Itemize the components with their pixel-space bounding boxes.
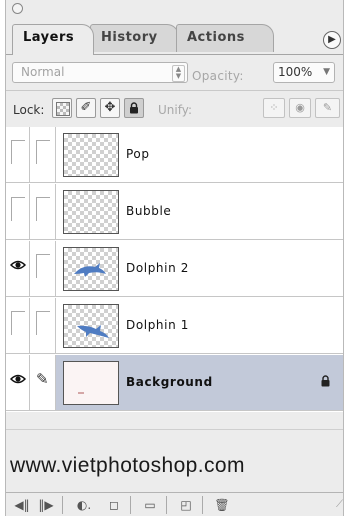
- visibility-toggle[interactable]: [6, 298, 30, 353]
- lock-pixels-button[interactable]: ✐: [76, 98, 96, 118]
- brush-icon: ✎: [36, 370, 49, 388]
- divider: [6, 429, 343, 430]
- dolphin-icon: [74, 263, 106, 277]
- layer-thumbnail: [63, 190, 119, 234]
- visibility-toggle[interactable]: [6, 355, 30, 410]
- layer-row-pop[interactable]: Pop: [6, 127, 343, 183]
- tab-history[interactable]: History: [90, 24, 179, 52]
- layer-name: Pop: [126, 147, 150, 161]
- opacity-label: Opacity:: [192, 69, 244, 83]
- new-group-button[interactable]: ▭: [138, 495, 162, 515]
- lock-label: Lock:: [13, 103, 45, 117]
- close-icon[interactable]: [12, 3, 23, 14]
- divider: [130, 496, 131, 514]
- visibility-toggle[interactable]: [6, 184, 30, 239]
- folder-icon: ▭: [144, 498, 156, 512]
- layers-panel: Layers History Actions ▶ Normal ▲ ▼ Opaci…: [5, 0, 344, 516]
- layer-thumbnail: [63, 304, 119, 348]
- empty-visibility-box: [11, 197, 25, 221]
- blend-mode-select[interactable]: Normal ▲ ▼: [12, 62, 188, 83]
- lock-position-button[interactable]: ✥: [100, 98, 120, 118]
- unify-visibility-icon: ◉: [295, 101, 305, 114]
- layer-row-background[interactable]: ✎ Background: [6, 355, 343, 411]
- thumbnail-mark: [78, 392, 84, 394]
- divider: [202, 496, 203, 514]
- layer-row-bubble[interactable]: Bubble: [6, 184, 343, 240]
- link-layers-button[interactable]: ◀‖: [10, 495, 34, 515]
- layer-row-dolphin-1[interactable]: Dolphin 1: [6, 298, 343, 354]
- empty-link-box: [36, 140, 50, 164]
- layer-name: Background: [126, 375, 213, 389]
- blend-options-row: Normal ▲ ▼ Opacity: 100% ▼: [6, 56, 343, 91]
- watermark-area: www.vietphotoshop.com: [6, 412, 343, 492]
- link-toggle[interactable]: [30, 184, 56, 239]
- layer-thumbnail: [63, 133, 119, 177]
- visibility-toggle[interactable]: [6, 241, 30, 296]
- unify-position-icon: ⁘: [269, 101, 279, 114]
- play-arrow-icon: ‖▶: [38, 498, 54, 512]
- divider: [166, 496, 167, 514]
- layer-style-button[interactable]: ‖▶: [34, 495, 58, 515]
- padlock-icon: [130, 102, 138, 114]
- dolphin-icon: [77, 325, 109, 338]
- new-layer-icon: ◰: [180, 498, 192, 512]
- layers-list: Pop Bubble Dolphin 2 Dolphin 1 ✎ Backgro…: [6, 127, 343, 412]
- panel-title-bar: [6, 0, 343, 18]
- link-toggle[interactable]: [30, 127, 56, 182]
- stepper-icon: ▲ ▼: [172, 65, 185, 82]
- new-layer-button[interactable]: ◰: [174, 495, 198, 515]
- tab-actions[interactable]: Actions: [176, 24, 274, 52]
- tab-layers[interactable]: Layers: [12, 24, 94, 55]
- panel-tabs: Layers History Actions ▶: [6, 18, 343, 55]
- lock-transparency-button[interactable]: [52, 98, 72, 118]
- eye-icon: [10, 374, 26, 384]
- lock-row: Lock: ✐ ✥ Unify: ⁘ ◉ ✎: [6, 91, 343, 128]
- empty-link-box: [36, 254, 50, 278]
- padlock-icon: [321, 375, 330, 387]
- mask-icon: ◻: [109, 498, 119, 512]
- divider: [62, 496, 63, 514]
- lock-all-button[interactable]: [124, 98, 144, 118]
- trash-icon: 🗑: [214, 498, 230, 512]
- brush-icon: ✐: [80, 100, 92, 115]
- layer-row-dolphin-2[interactable]: Dolphin 2: [6, 241, 343, 297]
- unify-visibility-button[interactable]: ◉: [289, 98, 311, 118]
- layer-thumbnail: [63, 361, 119, 405]
- layers-toolbar: ◀‖ ‖▶ ◐. ◻ ▭ ◰ 🗑 ⟋: [6, 492, 343, 517]
- unify-style-icon: ✎: [322, 101, 333, 114]
- link-toggle[interactable]: [30, 298, 56, 353]
- layer-name: Dolphin 2: [126, 261, 189, 275]
- delete-layer-button[interactable]: 🗑: [210, 495, 234, 515]
- visibility-toggle[interactable]: [6, 127, 30, 182]
- layer-thumbnail: [63, 247, 119, 291]
- link-toggle[interactable]: ✎: [30, 355, 56, 410]
- opacity-field[interactable]: 100% ▼: [273, 62, 335, 83]
- layer-name: Bubble: [126, 204, 172, 218]
- watermark-text: www.vietphotoshop.com: [10, 454, 245, 477]
- empty-visibility-box: [11, 311, 25, 335]
- unify-style-button[interactable]: ✎: [315, 98, 340, 118]
- move-icon: ✥: [104, 100, 116, 115]
- unify-position-button[interactable]: ⁘: [263, 98, 285, 118]
- layer-name: Dolphin 1: [126, 318, 189, 332]
- eye-icon: [10, 260, 26, 270]
- empty-link-box: [36, 197, 50, 221]
- panel-menu-icon[interactable]: ▶: [323, 31, 341, 49]
- blend-mode-value: Normal: [21, 65, 65, 79]
- add-mask-button[interactable]: ◻: [102, 495, 126, 515]
- empty-link-box: [36, 311, 50, 335]
- link-toggle[interactable]: [30, 241, 56, 296]
- resize-grip-icon[interactable]: ⟋: [331, 499, 343, 513]
- back-arrow-icon: ◀‖: [14, 498, 30, 512]
- adjustment-layer-button[interactable]: ◐.: [70, 495, 98, 515]
- unify-label: Unify:: [158, 103, 193, 117]
- opacity-value: 100%: [278, 65, 313, 79]
- checkerboard-icon: [56, 102, 70, 116]
- chevron-down-icon[interactable]: ▼: [323, 63, 330, 82]
- half-circle-icon: ◐.: [76, 498, 92, 512]
- empty-visibility-box: [11, 140, 25, 164]
